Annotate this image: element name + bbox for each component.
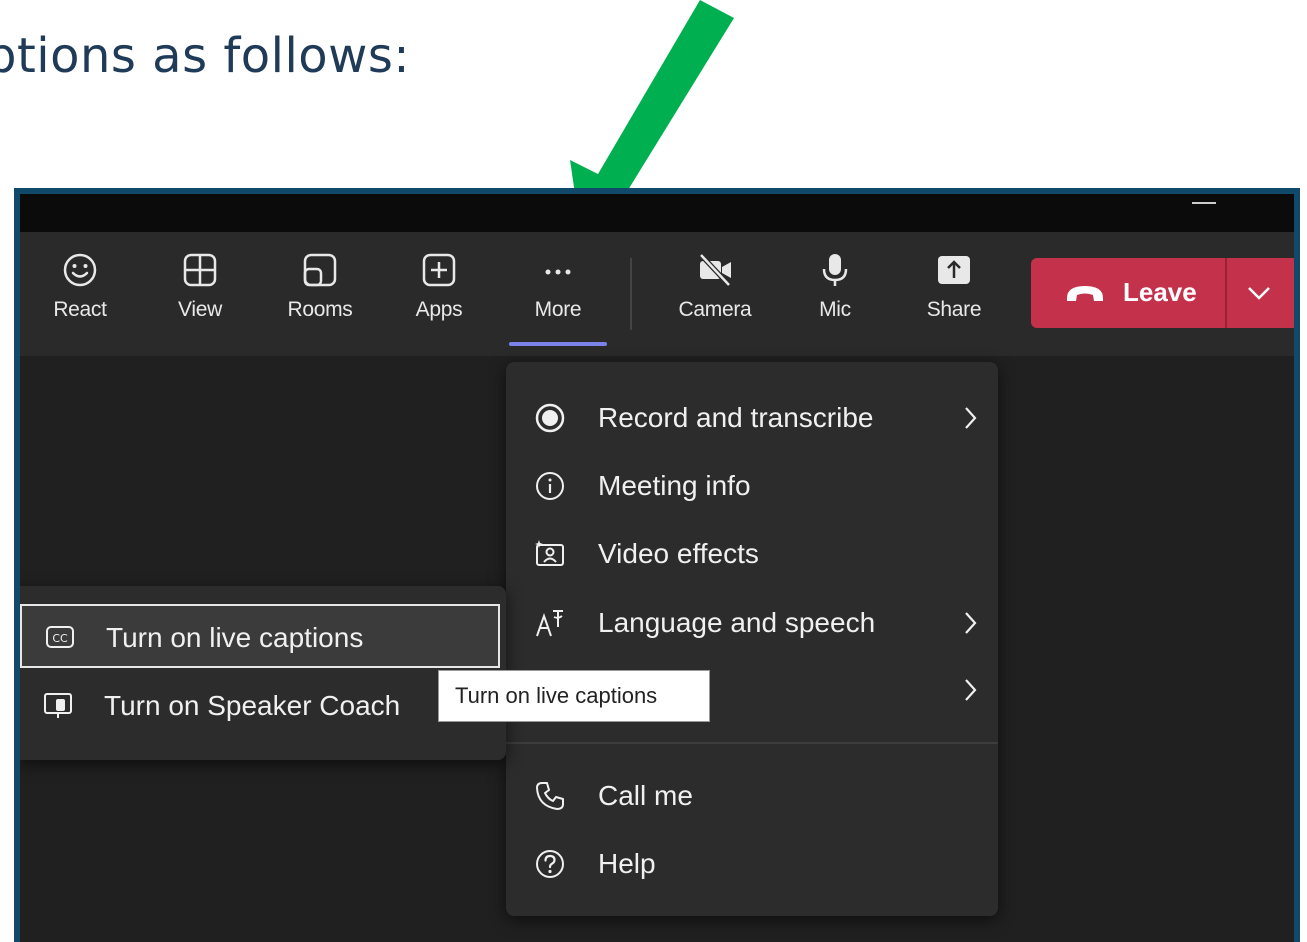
- apps-label: Apps: [415, 298, 463, 321]
- menu-item-label: Meeting info: [598, 470, 751, 501]
- menu-divider: [506, 742, 998, 744]
- speaker-coach-icon: [44, 693, 72, 718]
- more-options-menu: Record and transcribe Meeting info Video…: [506, 362, 998, 916]
- hang-up-icon: [1067, 286, 1103, 301]
- share-label: Share: [926, 298, 982, 321]
- chevron-down-icon[interactable]: [1239, 278, 1279, 308]
- menu-item-label: Language and speech: [598, 607, 876, 638]
- menu-item-label: Help: [598, 848, 656, 879]
- mic-label: Mic: [819, 298, 851, 321]
- camera-button[interactable]: Camera: [665, 242, 765, 342]
- camera-off-icon: [699, 253, 731, 287]
- menu-item-label: Call me: [598, 780, 693, 811]
- leave-button[interactable]: Leave: [1031, 258, 1225, 328]
- chevron-right-icon: [965, 407, 977, 429]
- minimize-icon[interactable]: [1192, 202, 1216, 204]
- record-icon: [535, 403, 565, 433]
- rooms-label: Rooms: [287, 298, 353, 321]
- language-and-speech-submenu: CC Turn on live captions Turn on Speaker…: [20, 586, 506, 760]
- submenu-item-label: Turn on Speaker Coach: [104, 690, 401, 721]
- share-icon: [938, 256, 970, 284]
- add-app-icon: [422, 253, 456, 287]
- share-button[interactable]: Share: [904, 242, 1004, 342]
- menu-item-meeting-info[interactable]: Meeting info: [506, 456, 998, 516]
- more-active-indicator: [509, 342, 607, 346]
- react-button[interactable]: React: [30, 242, 130, 342]
- view-label: View: [178, 298, 222, 321]
- menu-item-record-and-transcribe[interactable]: Record and transcribe: [506, 388, 998, 448]
- rooms-icon: [303, 253, 337, 287]
- menu-item-language-and-speech[interactable]: Language and speech: [506, 593, 998, 653]
- view-button[interactable]: View: [150, 242, 250, 342]
- chevron-right-icon: [965, 612, 977, 634]
- tooltip-text: Turn on live captions: [455, 683, 658, 708]
- menu-item-video-effects[interactable]: Video effects: [506, 524, 998, 584]
- teams-meeting-window: React View Rooms Apps More Camera Mic Sh…: [14, 188, 1300, 942]
- menu-item-help[interactable]: Help: [506, 834, 998, 894]
- leave-divider: [1225, 258, 1227, 328]
- menu-item-call-me[interactable]: Call me: [506, 766, 998, 826]
- leave-label: Leave: [1123, 277, 1197, 307]
- live-captions-tooltip: Turn on live captions: [438, 670, 710, 722]
- phone-icon: [536, 782, 564, 810]
- video-effects-icon: [535, 540, 564, 566]
- submenu-item-label: Turn on live captions: [106, 622, 364, 653]
- turn-on-speaker-coach-item[interactable]: Turn on Speaker Coach: [20, 674, 500, 738]
- more-dots-icon: [545, 269, 571, 275]
- mic-button[interactable]: Mic: [785, 242, 885, 342]
- language-icon: [536, 610, 563, 637]
- react-label: React: [53, 298, 107, 321]
- menu-item-label: Record and transcribe: [598, 402, 874, 433]
- camera-label: Camera: [678, 298, 752, 321]
- more-button[interactable]: More: [508, 242, 608, 342]
- more-label: More: [534, 298, 582, 321]
- chevron-right-icon: [965, 679, 977, 701]
- grid-icon: [183, 253, 217, 287]
- meeting-toolbar: React View Rooms Apps More Camera Mic Sh…: [20, 232, 1294, 356]
- title-bar: [20, 194, 1294, 232]
- emoji-icon: [63, 253, 97, 287]
- turn-on-live-captions-item[interactable]: CC Turn on live captions: [20, 604, 500, 668]
- leave-button-group: Leave: [1031, 258, 1294, 328]
- info-icon: [536, 472, 564, 500]
- help-icon: [536, 850, 564, 878]
- captions-icon: CC: [46, 626, 74, 648]
- svg-text:CC: CC: [52, 632, 68, 645]
- menu-item-label: Video effects: [598, 538, 759, 569]
- apps-button[interactable]: Apps: [389, 242, 489, 342]
- rooms-button[interactable]: Rooms: [270, 242, 370, 342]
- microphone-icon: [822, 254, 848, 286]
- page-heading: ptions as follows:: [0, 28, 411, 84]
- toolbar-divider: [630, 258, 632, 330]
